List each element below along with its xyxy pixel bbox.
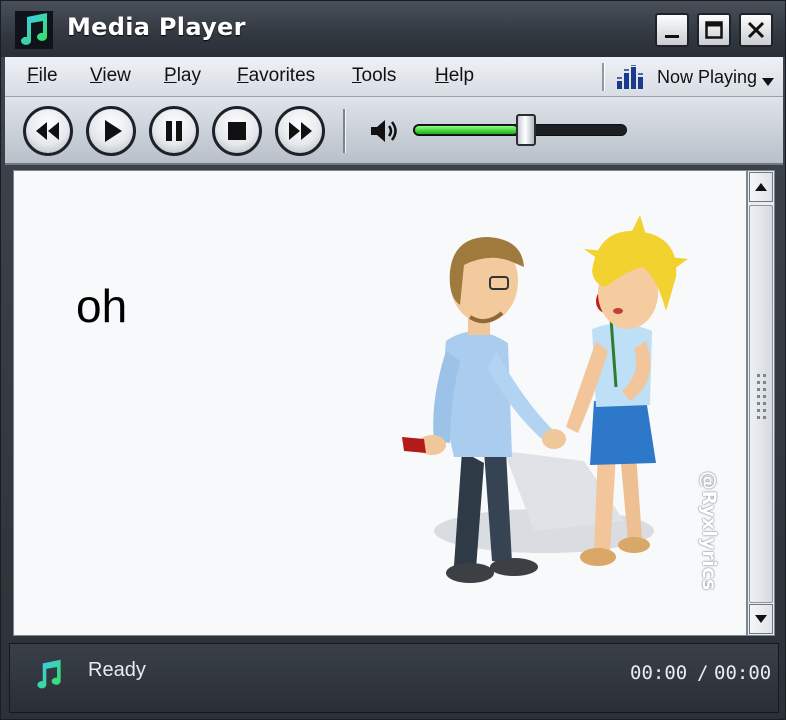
rewind-icon	[36, 122, 59, 140]
menu-bar: File View Play Favorites Tools Help Now …	[5, 57, 783, 97]
lyric-text: oh	[76, 280, 128, 332]
stop-button[interactable]	[212, 106, 262, 156]
arrow-up-icon	[755, 183, 767, 191]
equalizer-icon	[617, 64, 645, 93]
menu-help[interactable]: Help	[435, 65, 474, 87]
scroll-down-button[interactable]	[749, 604, 773, 634]
rewind-button[interactable]	[23, 106, 73, 156]
watermark-text: @Ryxlyrics	[698, 471, 720, 591]
play-button[interactable]	[86, 106, 136, 156]
maximize-button[interactable]	[697, 13, 731, 47]
playback-toolbar	[5, 97, 783, 165]
title-bar[interactable]: Media Player	[1, 1, 785, 57]
music-note-icon	[32, 656, 66, 698]
stop-icon	[228, 122, 246, 140]
video-display[interactable]: oh @Ryxlyrics	[13, 170, 747, 636]
time-current: 00:00	[630, 662, 688, 684]
window-title: Media Player	[67, 13, 246, 41]
fast-forward-button[interactable]	[275, 106, 325, 156]
toolbar-separator	[343, 109, 346, 153]
menu-favorites-rest: avorites	[248, 65, 316, 86]
close-button[interactable]	[739, 13, 773, 47]
music-note-icon	[15, 11, 53, 49]
speaker-icon[interactable]	[369, 117, 401, 149]
menu-favorites[interactable]: Favorites	[237, 65, 315, 87]
volume-thumb[interactable]	[516, 114, 536, 146]
volume-fill	[415, 126, 517, 134]
scroll-thumb[interactable]	[749, 205, 773, 603]
couple-animation-image	[402, 215, 688, 583]
grip-icon	[757, 374, 766, 419]
vertical-scrollbar[interactable]	[747, 170, 775, 636]
pause-icon	[166, 121, 182, 141]
status-bar: Ready 00:00 / 00:00	[9, 643, 779, 713]
menu-file-rest: ile	[38, 65, 58, 86]
minimize-button[interactable]	[655, 13, 689, 47]
menu-play-rest: lay	[176, 65, 201, 86]
arrow-down-icon	[755, 615, 767, 623]
menu-view[interactable]: View	[90, 65, 131, 87]
scroll-up-button[interactable]	[749, 172, 773, 202]
now-playing-button[interactable]: Now Playing	[657, 67, 757, 88]
menu-separator	[602, 63, 605, 91]
status-text: Ready	[88, 659, 146, 681]
menu-help-rest: elp	[448, 65, 475, 86]
time-total: 00:00	[714, 662, 772, 684]
minimize-icon	[665, 35, 679, 38]
menu-tools-rest: ools	[361, 65, 397, 86]
pause-button[interactable]	[149, 106, 199, 156]
media-player-window: Media Player File View Play Favorites To…	[0, 0, 786, 720]
menu-view-rest: iew	[102, 65, 131, 86]
menu-tools[interactable]: Tools	[352, 65, 396, 87]
play-icon	[105, 120, 122, 142]
fast-forward-icon	[289, 122, 312, 140]
maximize-icon	[705, 21, 723, 39]
menu-file[interactable]: File	[27, 65, 58, 87]
chevron-down-icon[interactable]	[761, 72, 775, 91]
time-separator: /	[697, 662, 709, 684]
close-icon	[747, 21, 765, 39]
menu-play[interactable]: Play	[164, 65, 201, 87]
